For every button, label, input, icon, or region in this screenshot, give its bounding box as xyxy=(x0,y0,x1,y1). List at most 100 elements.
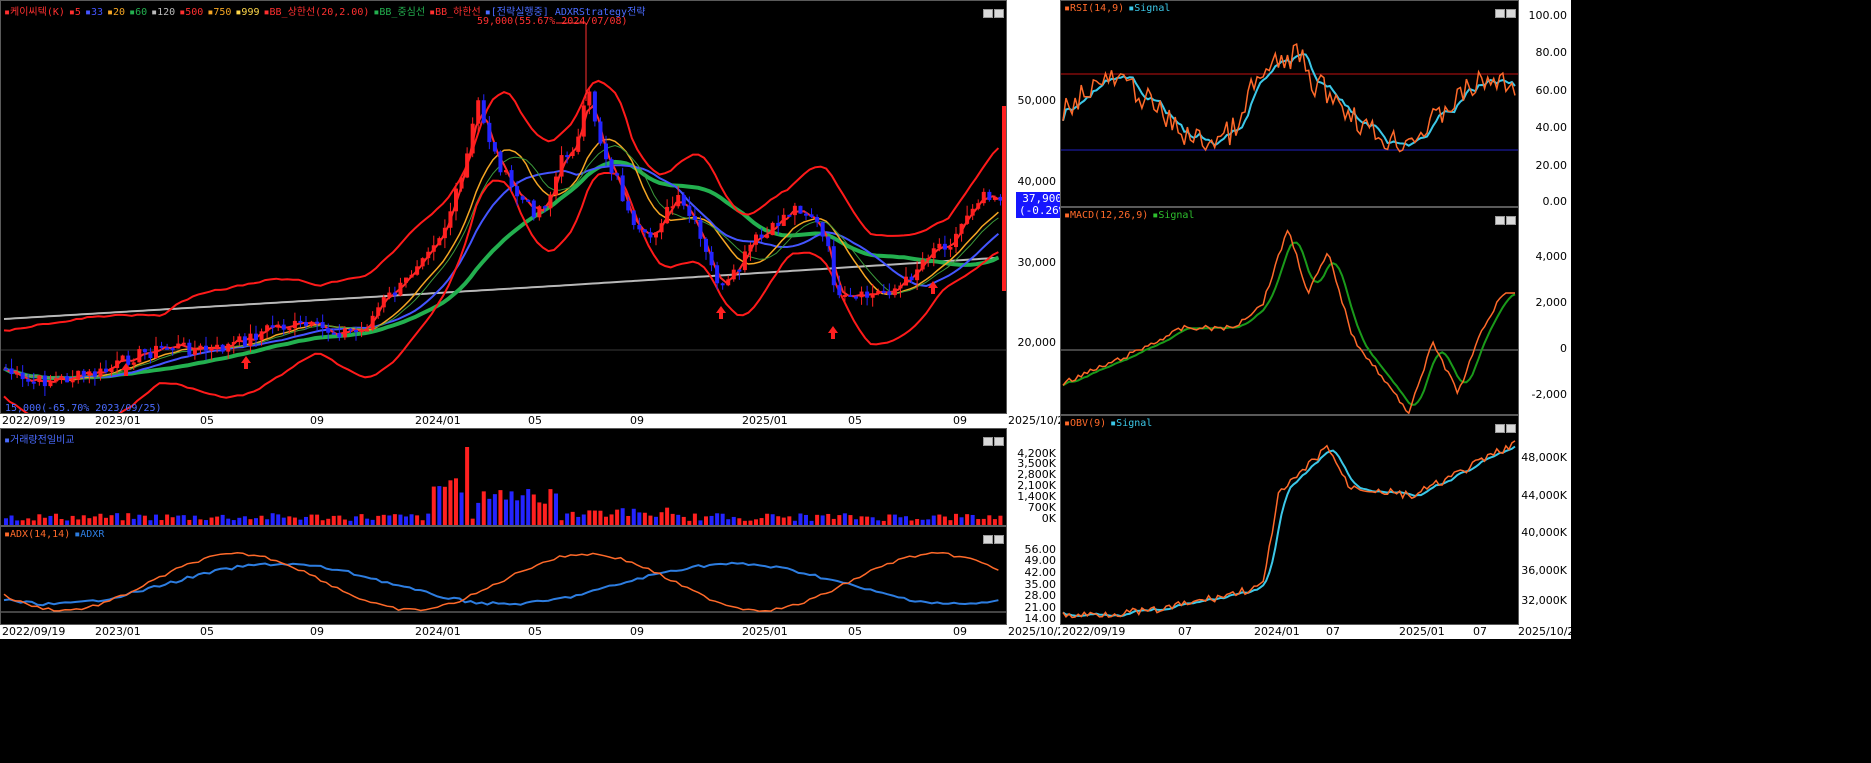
volume-bar xyxy=(537,502,542,525)
legend-item: ▪500 xyxy=(179,7,204,18)
volume-bar xyxy=(642,512,647,525)
candle-body xyxy=(904,276,908,286)
volume-bar xyxy=(698,520,703,525)
candle-body xyxy=(609,159,614,174)
x-tick-label: 07 xyxy=(1473,625,1487,638)
macd-signal-line xyxy=(1062,241,1516,406)
x-tick-label: 09 xyxy=(630,414,644,427)
candle-body xyxy=(220,344,225,352)
price-window-buttons[interactable] xyxy=(982,3,1004,22)
adx-panel[interactable]: ▪ADX(14,14) ▪ADXR xyxy=(0,526,1007,625)
obv-chart-canvas[interactable] xyxy=(1061,416,1519,625)
candle-body xyxy=(331,332,336,335)
volume-bar xyxy=(298,519,303,525)
macd-line xyxy=(1062,229,1515,414)
volume-bar xyxy=(31,520,36,525)
candle-body xyxy=(554,176,558,195)
candle-body xyxy=(692,215,697,220)
volume-bar xyxy=(998,515,1003,525)
candle-body xyxy=(387,292,392,298)
adx-window-buttons[interactable] xyxy=(982,529,1004,548)
candle-body xyxy=(487,122,492,143)
volume-bar xyxy=(348,520,353,525)
volume-bar xyxy=(9,515,14,525)
candle-body xyxy=(831,246,836,286)
volume-bar xyxy=(448,480,453,525)
rsi-window-buttons[interactable] xyxy=(1494,3,1516,22)
macd-window-buttons[interactable] xyxy=(1494,210,1516,229)
volume-panel[interactable]: ▪거래량전일비교 xyxy=(0,428,1007,526)
x-tick-label: 2022/09/19 xyxy=(1062,625,1126,638)
volume-bar xyxy=(309,514,314,525)
rsi-panel[interactable]: ▪RSI(14,9) ▪Signal xyxy=(1060,0,1519,207)
volume-bar xyxy=(342,519,347,525)
candle-body xyxy=(92,371,97,377)
obv-panel[interactable]: ▪OBV(9) ▪Signal xyxy=(1060,415,1519,625)
candle-body xyxy=(515,186,520,197)
volume-window-buttons[interactable] xyxy=(982,431,1004,450)
volume-bar xyxy=(398,514,403,525)
volume-chart-canvas[interactable] xyxy=(1,429,1007,526)
candle-body xyxy=(765,235,770,238)
candle-body xyxy=(676,195,681,207)
price-chart-canvas[interactable] xyxy=(1,1,1007,414)
rsi-chart-canvas[interactable] xyxy=(1061,1,1519,207)
volume-bar xyxy=(142,515,147,525)
candle-body xyxy=(992,196,997,200)
candle-body xyxy=(948,247,953,250)
candle-body xyxy=(698,219,703,239)
volume-bar xyxy=(592,510,597,525)
obv-window-buttons[interactable] xyxy=(1494,418,1516,437)
candle-body xyxy=(342,328,347,338)
candle-body xyxy=(448,211,453,228)
candle-body xyxy=(454,188,458,212)
candle-body xyxy=(826,236,831,247)
candle-body xyxy=(915,269,920,281)
volume-legend: ▪거래량전일비교 xyxy=(4,431,78,446)
candle-body xyxy=(354,330,358,333)
volume-bar xyxy=(487,498,492,525)
volume-bar xyxy=(337,515,342,525)
legend-item: ▪ADXR xyxy=(74,529,105,540)
price-chart-panel[interactable]: ▪케이씨텍(K) ▪5 ▪33 ▪20 ▪60 ▪120 ▪500 ▪750 ▪999 ▪BB_상… xyxy=(0,0,1007,414)
adx-chart-canvas[interactable] xyxy=(1,527,1007,625)
volume-bar xyxy=(570,511,575,525)
candle-body xyxy=(470,123,475,154)
volume-bar xyxy=(770,514,775,525)
volume-bar xyxy=(59,519,64,525)
candle-body xyxy=(565,155,570,158)
buy-signal-arrow xyxy=(716,306,726,319)
candle-body xyxy=(898,285,903,289)
volume-bar xyxy=(509,491,514,525)
volume-bar xyxy=(531,494,536,525)
candle-body xyxy=(126,355,131,365)
volume-bar xyxy=(54,513,58,525)
macd-chart-canvas[interactable] xyxy=(1061,208,1519,415)
x-tick-label: 05 xyxy=(200,625,214,638)
volume-bar xyxy=(815,514,820,525)
volume-bar xyxy=(431,486,436,525)
volume-bar xyxy=(715,513,720,525)
volume-bar xyxy=(365,518,370,525)
candle-body xyxy=(20,372,25,380)
volume-bar xyxy=(709,515,714,525)
obv-signal-line xyxy=(1062,445,1516,618)
candle-body xyxy=(926,258,931,261)
volume-bar xyxy=(992,519,997,525)
legend-item: ▪5 xyxy=(68,7,81,18)
x-tick-label: 2025/01 xyxy=(742,625,788,638)
bb-lower-line xyxy=(3,172,999,413)
candle-body xyxy=(109,367,114,373)
candle-body xyxy=(509,170,514,187)
candle-body xyxy=(526,199,531,202)
volume-bar xyxy=(831,518,836,525)
candle-body xyxy=(215,344,220,349)
legend-item: ▪60 xyxy=(129,7,148,18)
volume-bar xyxy=(215,516,220,525)
macd-panel[interactable]: ▪MACD(12,26,9) ▪Signal xyxy=(1060,207,1519,415)
candle-body xyxy=(409,274,414,278)
candle-body xyxy=(404,277,408,283)
y-tick-label: 60.00 xyxy=(1535,84,1568,97)
candle-body xyxy=(481,100,486,123)
volume-bar xyxy=(809,520,814,525)
